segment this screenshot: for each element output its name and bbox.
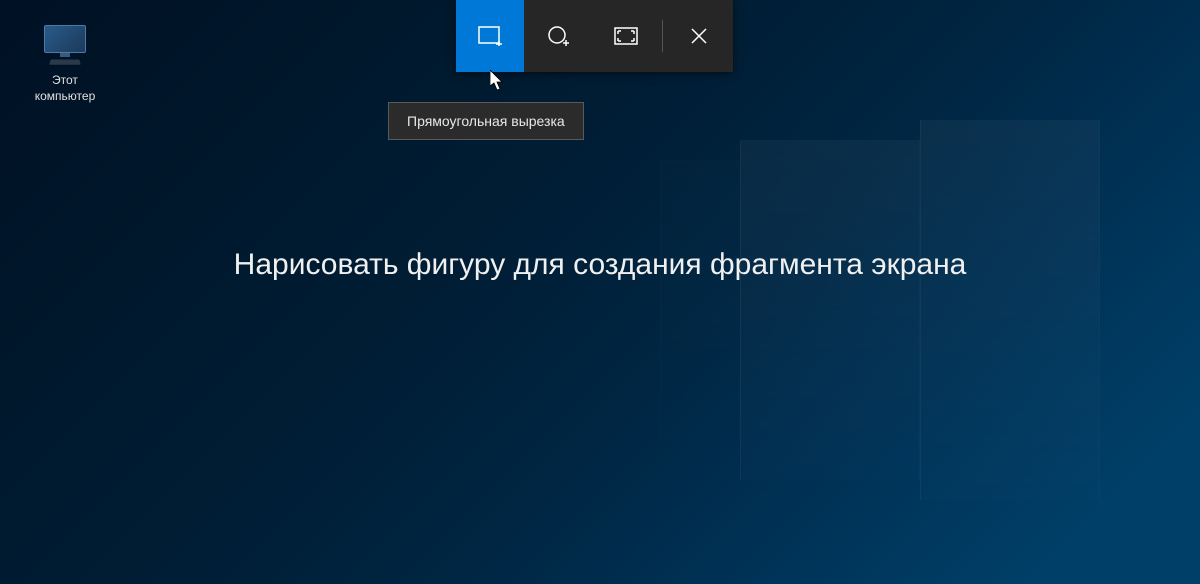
icon-label: Этот компьютер [35,73,96,104]
dim-overlay [0,0,1200,584]
snip-toolbar [456,0,733,72]
rectangular-snip-button[interactable] [456,0,524,72]
instruction-text: Нарисовать фигуру для создания фрагмента… [0,248,1200,282]
tooltip-rectangular-snip: Прямоугольная вырезка [388,102,584,140]
toolbar-divider [662,20,663,52]
fullscreen-snip-icon [614,27,638,45]
desktop-icon-this-pc[interactable]: Этот компьютер [20,25,110,104]
freeform-snip-button[interactable] [524,0,592,72]
cursor-icon [490,70,506,92]
rectangle-snip-icon [478,26,502,46]
close-icon [690,27,708,45]
close-button[interactable] [665,0,733,72]
fullscreen-snip-button[interactable] [592,0,660,72]
freeform-snip-icon [547,25,569,47]
computer-icon [40,25,90,67]
